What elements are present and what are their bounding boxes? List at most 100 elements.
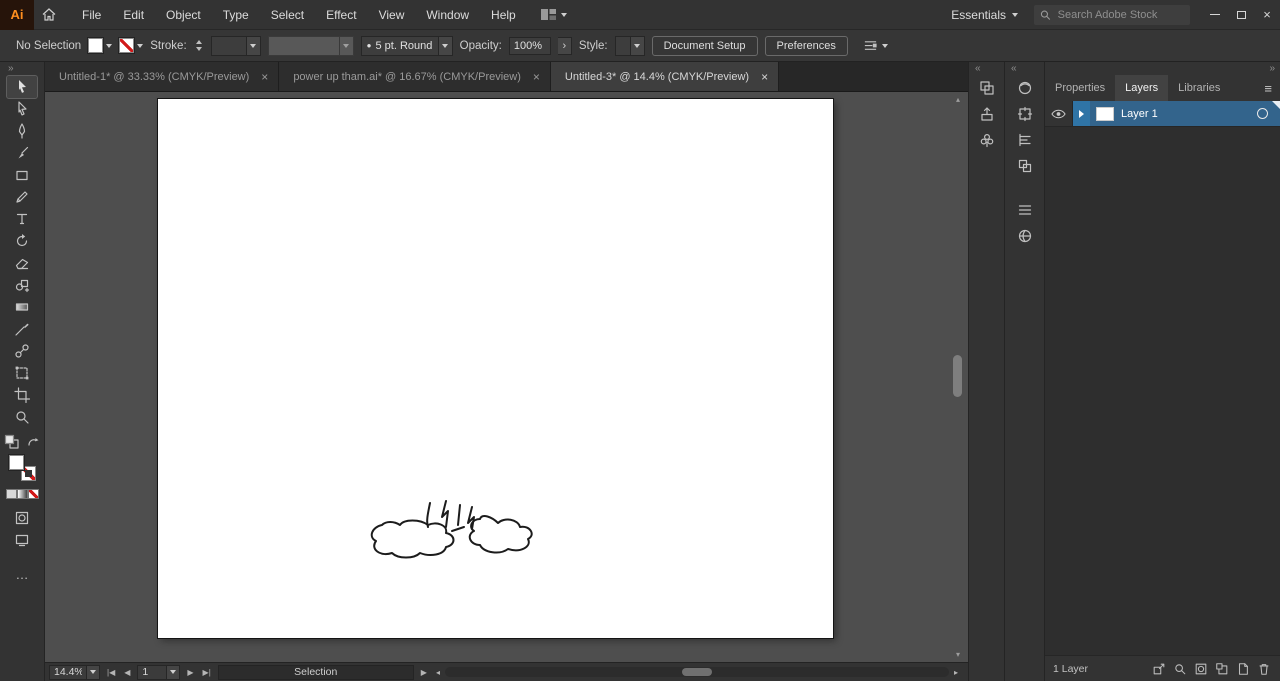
status-menu-button[interactable]: ▶ xyxy=(419,668,429,677)
pencil-drawing[interactable] xyxy=(368,497,538,561)
direct-selection-tool[interactable] xyxy=(7,98,37,120)
opacity-input[interactable] xyxy=(508,36,551,55)
asset-export-panel-button[interactable] xyxy=(975,102,999,126)
artboard-tool[interactable] xyxy=(7,384,37,406)
artboard-navigation-control[interactable] xyxy=(137,664,181,680)
eraser-tool[interactable] xyxy=(7,252,37,274)
edit-toolbar-button[interactable]: … xyxy=(16,567,29,582)
visibility-toggle[interactable] xyxy=(1045,101,1073,126)
home-button[interactable] xyxy=(34,0,64,30)
gradient-tool[interactable] xyxy=(7,296,37,318)
delete-layer-button[interactable] xyxy=(1253,660,1274,678)
vertical-scrollbar-track[interactable] xyxy=(952,104,964,650)
minimize-button[interactable] xyxy=(1202,0,1228,30)
pen-tool[interactable] xyxy=(7,120,37,142)
blend-tool[interactable] xyxy=(7,340,37,362)
tab-layers[interactable]: Layers xyxy=(1115,75,1169,101)
color-panel-button[interactable] xyxy=(1013,76,1037,100)
document-setup-button[interactable]: Document Setup xyxy=(651,35,758,56)
first-artboard-button[interactable]: |◀ xyxy=(105,668,117,677)
brush-dropdown-button[interactable] xyxy=(437,36,452,55)
panel-menu-icon[interactable]: ≡ xyxy=(1256,75,1280,101)
appearance-panel-button[interactable] xyxy=(1013,198,1037,222)
menu-file[interactable]: File xyxy=(82,8,101,22)
layer-selected-area[interactable]: Layer 1 xyxy=(1073,101,1280,126)
symbols-panel-button[interactable] xyxy=(975,128,999,152)
horizontal-scrollbar-thumb[interactable] xyxy=(681,668,712,676)
fill-swatch-icon[interactable] xyxy=(8,455,24,470)
screen-mode-button[interactable] xyxy=(7,529,37,551)
search-input[interactable] xyxy=(1055,7,1184,22)
expand-layer-button[interactable] xyxy=(1073,101,1090,126)
close-icon[interactable]: × xyxy=(761,70,768,84)
maximize-button[interactable] xyxy=(1228,0,1254,30)
clipping-mask-button[interactable] xyxy=(1190,660,1211,678)
paintbrush-tool[interactable] xyxy=(7,142,37,164)
eyedropper-tool[interactable] xyxy=(7,318,37,340)
align-panel-button[interactable] xyxy=(1013,128,1037,152)
expand-dock-button[interactable]: « xyxy=(1005,62,1017,76)
layer-target-icon[interactable] xyxy=(1257,108,1268,119)
rectangle-tool[interactable] xyxy=(7,164,37,186)
vertical-scrollbar-thumb[interactable] xyxy=(953,355,962,398)
collapse-panels-button[interactable]: » xyxy=(1269,62,1274,75)
pathfinder-panel-button[interactable] xyxy=(1013,154,1037,178)
swap-fill-stroke-icon[interactable] xyxy=(25,434,41,450)
stroke-weight-stepper[interactable] xyxy=(194,40,204,51)
menu-object[interactable]: Object xyxy=(166,8,201,22)
transform-panel-button[interactable] xyxy=(1013,102,1037,126)
workspace-switcher[interactable]: Essentials xyxy=(951,8,1018,22)
menu-help[interactable]: Help xyxy=(491,8,516,22)
none-button[interactable] xyxy=(27,489,39,499)
opacity-options-button[interactable]: › xyxy=(557,36,572,55)
gradient-button[interactable] xyxy=(16,489,28,499)
layer-row[interactable]: Layer 1 xyxy=(1045,101,1280,127)
zoom-dropdown-button[interactable] xyxy=(86,665,99,679)
document-tab-3-active[interactable]: Untitled-3* @ 14.4% (CMYK/Preview) × xyxy=(550,62,780,91)
close-icon[interactable]: × xyxy=(533,70,540,84)
layer-name[interactable]: Layer 1 xyxy=(1121,108,1158,120)
shape-builder-tool[interactable] xyxy=(7,274,37,296)
new-sublayer-button[interactable] xyxy=(1211,660,1232,678)
rotate-tool[interactable] xyxy=(7,230,37,252)
artboard[interactable] xyxy=(157,98,834,639)
color-button[interactable] xyxy=(5,489,17,499)
stroke-color-control[interactable] xyxy=(119,38,144,53)
artboard-number-input[interactable] xyxy=(138,665,167,679)
navigator-panel-button[interactable] xyxy=(1013,224,1037,248)
preferences-button[interactable]: Preferences xyxy=(764,35,848,56)
canvas[interactable]: ▴ ▾ xyxy=(45,92,968,662)
next-artboard-button[interactable]: ▶ xyxy=(185,668,195,677)
toolbar-expand-button[interactable]: » xyxy=(0,62,14,76)
menu-edit[interactable]: Edit xyxy=(123,8,144,22)
tab-libraries[interactable]: Libraries xyxy=(1168,75,1230,101)
last-artboard-button[interactable]: ▶| xyxy=(201,668,213,677)
horizontal-scrollbar-track[interactable] xyxy=(444,667,949,677)
menu-effect[interactable]: Effect xyxy=(326,8,356,22)
default-fill-stroke-icon[interactable] xyxy=(4,434,20,450)
close-icon[interactable]: × xyxy=(261,70,268,84)
artboard-dropdown-button[interactable] xyxy=(166,665,180,679)
expand-dock-button[interactable]: « xyxy=(969,62,981,76)
arrange-documents-control[interactable] xyxy=(540,8,567,21)
layer-thumbnail[interactable] xyxy=(1096,106,1114,121)
close-button[interactable]: × xyxy=(1254,0,1280,30)
new-layer-button[interactable] xyxy=(1232,660,1253,678)
zoom-tool[interactable] xyxy=(7,406,37,428)
scroll-right-icon[interactable]: ▸ xyxy=(952,668,960,677)
brush-definition-select[interactable]: ● 5 pt. Round xyxy=(360,35,453,56)
stroke-weight-dropdown-button[interactable] xyxy=(245,36,260,55)
vertical-scrollbar[interactable]: ▴ ▾ xyxy=(952,95,964,659)
zoom-control[interactable] xyxy=(49,664,100,680)
pencil-tool[interactable] xyxy=(7,186,37,208)
stroke-weight-select[interactable] xyxy=(210,35,261,56)
menu-type[interactable]: Type xyxy=(223,8,249,22)
scroll-left-icon[interactable]: ◂ xyxy=(434,668,442,677)
artboards-panel-button[interactable] xyxy=(975,76,999,100)
options-control[interactable] xyxy=(863,38,888,53)
collect-for-export-button[interactable] xyxy=(1148,660,1169,678)
locate-object-button[interactable] xyxy=(1169,660,1190,678)
scroll-down-icon[interactable]: ▾ xyxy=(956,650,960,659)
menu-window[interactable]: Window xyxy=(426,8,469,22)
horizontal-scrollbar[interactable]: ◂ ▸ xyxy=(434,667,960,677)
